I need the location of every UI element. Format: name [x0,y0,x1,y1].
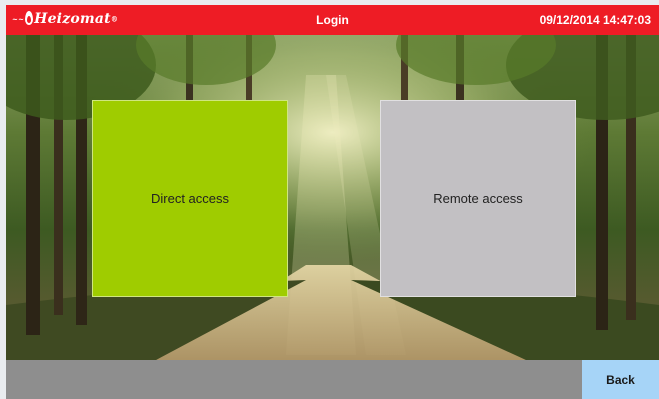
screen: ~~ Heizomat® Login 09/12/2014 14:47:03 D… [6,5,659,399]
remote-access-button[interactable]: Remote access [380,100,576,297]
back-button[interactable]: Back [582,360,659,399]
date-time-display: 09/12/2014 14:47:03 [539,13,651,27]
bottom-bar [6,360,659,399]
direct-access-button[interactable]: Direct access [92,100,288,297]
direct-access-label: Direct access [150,191,230,206]
remote-access-label: Remote access [433,191,523,206]
title-bar: ~~ Heizomat® Login 09/12/2014 14:47:03 [6,5,659,35]
forest-background-image: Direct access Remote access [6,35,659,360]
